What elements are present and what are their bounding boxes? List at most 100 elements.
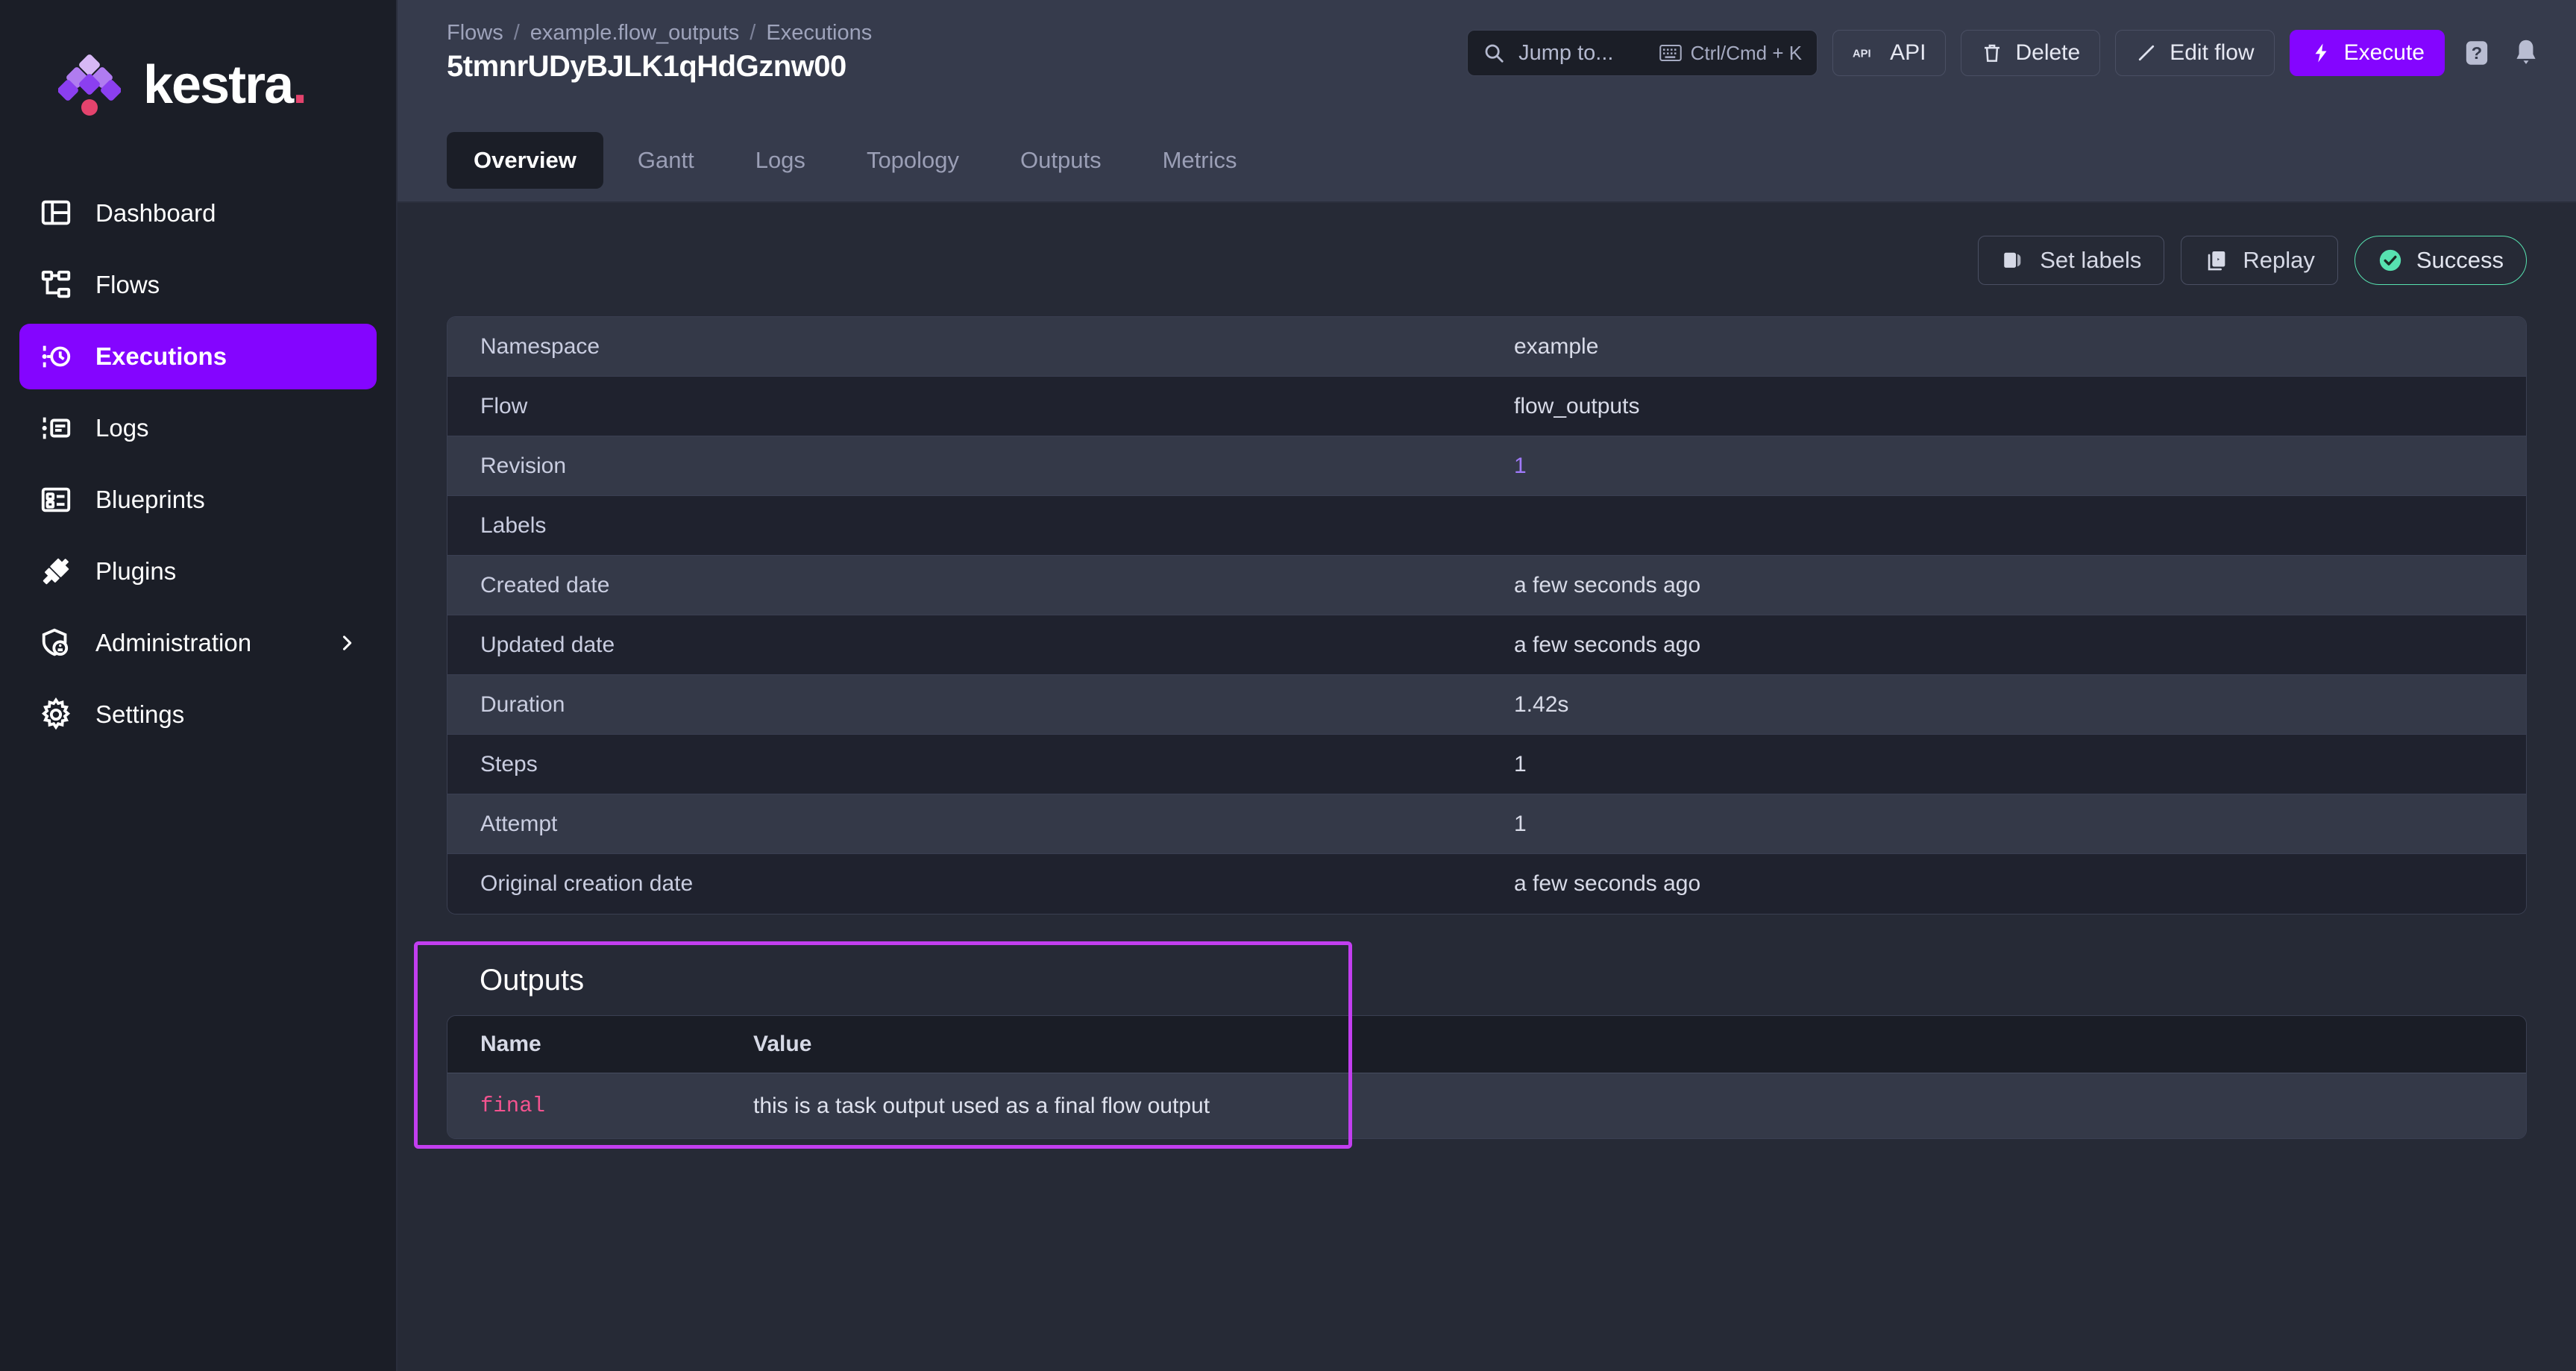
outputs-table: Name Value final this is a task output u…: [447, 1015, 2527, 1139]
main-area: Flows / example.flow_outputs / Execution…: [398, 0, 2576, 1371]
dashboard-icon: [39, 196, 73, 230]
brand-name: kestra.: [143, 55, 307, 115]
brand-dot: .: [292, 55, 307, 115]
edit-flow-label: Edit flow: [2170, 40, 2255, 65]
tab-outputs[interactable]: Outputs: [993, 132, 1128, 189]
sidebar-item-label: Blueprints: [95, 486, 205, 513]
tab-overview[interactable]: Overview: [447, 132, 603, 189]
execute-button[interactable]: Execute: [2289, 30, 2445, 76]
svg-text:?: ?: [2472, 43, 2482, 63]
sidebar-item-label: Executions: [95, 342, 227, 370]
detail-key: Flow: [480, 393, 528, 418]
breadcrumb-item-executions[interactable]: Executions: [766, 21, 872, 46]
topbar: Flows / example.flow_outputs / Execution…: [398, 0, 2576, 119]
settings-icon: [39, 697, 73, 732]
search-input[interactable]: Jump to... Ctrl/Cmd + K: [1467, 30, 1818, 76]
sidebar-item-label: Dashboard: [95, 199, 216, 227]
chevron-right-icon: [336, 633, 357, 653]
detail-key: Revision: [480, 453, 567, 478]
breadcrumb-separator: /: [750, 21, 756, 45]
detail-value: 1: [1514, 751, 1527, 777]
sidebar-item-logs[interactable]: Logs: [19, 395, 377, 461]
sidebar-item-label: Logs: [95, 414, 149, 442]
api-button[interactable]: API API: [1832, 30, 1947, 76]
sidebar-item-administration[interactable]: Administration: [19, 610, 377, 676]
tabs-bar: Overview Gantt Logs Topology Outputs Met…: [398, 119, 2576, 203]
tab-topology[interactable]: Topology: [840, 132, 986, 189]
administration-icon: [39, 626, 73, 660]
sidebar-item-label: Flows: [95, 271, 160, 298]
output-value: this is a task output used as a final fl…: [753, 1093, 1210, 1118]
kestra-logo-icon: [57, 54, 122, 116]
app-root: kestra. Dashboard Flows Executions Logs …: [0, 0, 2576, 1371]
tab-metrics[interactable]: Metrics: [1136, 132, 1264, 189]
bell-icon[interactable]: [2509, 36, 2543, 70]
tab-logs[interactable]: Logs: [729, 132, 832, 189]
delete-button[interactable]: Delete: [1961, 30, 2101, 76]
trash-icon: [1981, 42, 2003, 64]
replay-button[interactable]: Replay: [2181, 236, 2338, 285]
status-label: Success: [2416, 247, 2504, 273]
detail-key: Original creation date: [480, 871, 694, 896]
table-row: Namespace example: [447, 317, 2526, 377]
pencil-icon: [2135, 42, 2158, 64]
table-row: Attempt 1: [447, 794, 2526, 854]
output-name: final: [480, 1094, 546, 1118]
set-labels-button[interactable]: Set labels: [1978, 236, 2165, 285]
edit-flow-button[interactable]: Edit flow: [2115, 30, 2275, 76]
sidebar-nav: Dashboard Flows Executions Logs Blueprin…: [0, 181, 396, 747]
breadcrumb: Flows / example.flow_outputs / Execution…: [447, 21, 872, 46]
detail-value: a few seconds ago: [1514, 572, 1701, 597]
sidebar-item-settings[interactable]: Settings: [19, 682, 377, 747]
outputs-section: Outputs Name Value final this is a task …: [414, 941, 2527, 1149]
api-label: API: [1890, 40, 1926, 65]
outputs-column-name: Name: [480, 1032, 541, 1056]
plugins-icon: [39, 554, 73, 589]
check-circle-icon: [2378, 248, 2403, 273]
breadcrumb-item-flows[interactable]: Flows: [447, 21, 503, 46]
help-icon[interactable]: ?: [2460, 36, 2494, 70]
sidebar-item-flows[interactable]: Flows: [19, 252, 377, 318]
sidebar: kestra. Dashboard Flows Executions Logs …: [0, 0, 398, 1371]
table-row: Duration 1.42s: [447, 675, 2526, 735]
detail-value: example: [1514, 333, 1599, 359]
detail-value: 1.42s: [1514, 691, 1569, 717]
search-placeholder: Jump to...: [1518, 40, 1614, 65]
detail-value: 1: [1514, 811, 1527, 836]
execute-label: Execute: [2343, 40, 2425, 65]
table-row: Updated date a few seconds ago: [447, 615, 2526, 675]
brand-logo[interactable]: kestra.: [0, 54, 396, 116]
execution-details-table: Namespace example Flow flow_outputs Revisi…: [447, 316, 2527, 914]
status-badge: Success: [2354, 236, 2527, 285]
svg-text:API: API: [1853, 48, 1871, 60]
keyboard-icon: [1659, 43, 1682, 63]
detail-key: Attempt: [480, 811, 558, 836]
breadcrumb-item-flow[interactable]: example.flow_outputs: [530, 21, 740, 46]
sidebar-item-plugins[interactable]: Plugins: [19, 539, 377, 604]
blueprints-icon: [39, 483, 73, 517]
detail-value: a few seconds ago: [1514, 871, 1701, 896]
search-shortcut: Ctrl/Cmd + K: [1659, 41, 1803, 65]
sidebar-item-label: Administration: [95, 629, 252, 656]
table-row: Flow flow_outputs: [447, 377, 2526, 436]
set-labels-label: Set labels: [2040, 247, 2142, 273]
detail-value-link[interactable]: 1: [1514, 454, 1527, 479]
replay-icon: [2204, 248, 2229, 273]
tab-gantt[interactable]: Gantt: [611, 132, 721, 189]
shortcut-label: Ctrl/Cmd + K: [1690, 41, 1803, 64]
detail-key: Created date: [480, 572, 610, 597]
table-row: Revision 1: [447, 436, 2526, 496]
table-row: final this is a task output used as a fi…: [447, 1073, 2526, 1138]
brand-label: kestra: [143, 55, 294, 115]
header-titles: Flows / example.flow_outputs / Execution…: [447, 13, 872, 84]
table-row: Labels: [447, 496, 2526, 556]
flows-icon: [39, 268, 73, 302]
page-title: 5tmnrUDyBJLK1qHdGznw00: [447, 50, 846, 83]
outputs-title: Outputs: [480, 964, 585, 997]
sidebar-item-executions[interactable]: Executions: [19, 324, 377, 389]
sidebar-item-blueprints[interactable]: Blueprints: [19, 467, 377, 533]
sidebar-item-dashboard[interactable]: Dashboard: [19, 181, 377, 246]
bolt-icon: [2310, 41, 2332, 65]
table-row: Original creation date a few seconds ago: [447, 854, 2526, 914]
sidebar-item-label: Plugins: [95, 557, 177, 585]
